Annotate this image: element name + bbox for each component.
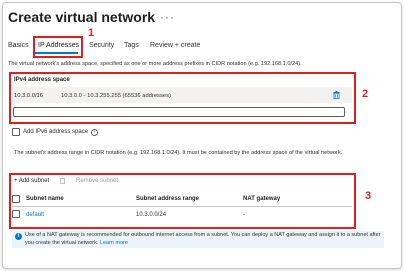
address-space-description: The virtual network's address space, spe… (8, 61, 302, 67)
ipv6-checkbox[interactable] (12, 128, 20, 136)
ipv4-heading: IPv4 address space (14, 77, 70, 83)
tab-tags[interactable]: Tags (124, 42, 139, 49)
add-subnet-button[interactable]: + Add subnet (14, 178, 49, 184)
address-range: 10.3.0.0 - 10.3.255.255 (65536 addresses… (61, 93, 171, 99)
select-all-checkbox[interactable] (12, 195, 20, 203)
info-icon[interactable]: i (91, 129, 98, 136)
subnet-description: The subnet's address range in CIDR notat… (14, 150, 343, 156)
ipv6-label: Add IPv6 address space (23, 129, 89, 135)
column-header-nat: NAT gateway (243, 196, 281, 202)
address-cidr: 10.3.0.0/16 (14, 93, 44, 99)
column-header-name: Subnet name (26, 196, 64, 202)
column-header-range: Subnet address range (136, 196, 200, 202)
remove-subnet-button[interactable]: Remove subnet (76, 178, 118, 184)
subnet-range: 10.3.0.0/24 (136, 212, 167, 218)
delete-icon[interactable] (333, 91, 340, 99)
subnet-nat: - (243, 212, 245, 218)
remove-icon (60, 178, 65, 184)
header-divider (12, 206, 352, 207)
learn-more-link[interactable]: Learn more (100, 240, 128, 246)
annotation-box-tab (33, 36, 83, 58)
annotation-label-2: 2 (362, 88, 369, 100)
info-circle-icon: i (15, 233, 22, 240)
tab-review-create[interactable]: Review + create (150, 42, 200, 49)
row-checkbox[interactable] (12, 210, 20, 218)
nat-info-message: Use of a NAT gateway is recommended for … (25, 232, 381, 246)
page-title: Create virtual network (8, 9, 156, 25)
tab-basics[interactable]: Basics (8, 42, 29, 49)
nat-info-text: Use of a NAT gateway is recommended for … (25, 232, 381, 247)
tab-security[interactable]: Security (89, 42, 114, 49)
annotation-label-3: 3 (365, 190, 372, 202)
more-options-icon[interactable]: ··· (160, 10, 175, 24)
annotation-label-1: 1 (88, 27, 95, 39)
subnet-name-link[interactable]: default (26, 212, 44, 218)
address-space-input[interactable] (13, 107, 345, 117)
